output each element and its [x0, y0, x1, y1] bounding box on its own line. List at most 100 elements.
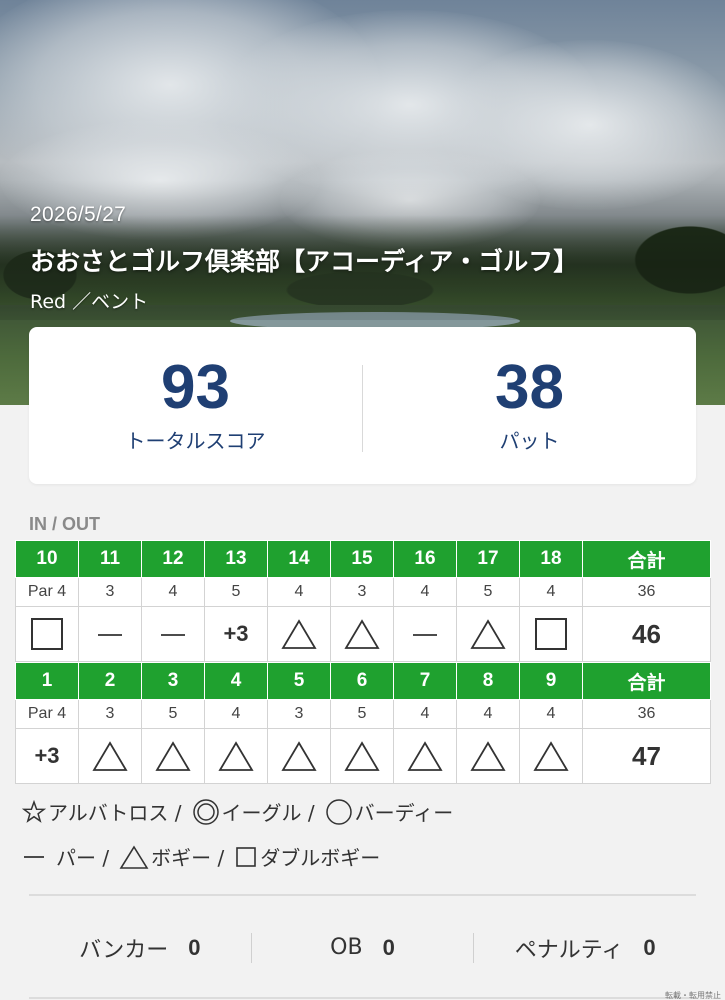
hole-result[interactable]	[78, 728, 142, 784]
par-row: Par 4 3 5 4 3 5 4 4 4 36	[15, 699, 711, 729]
hole-par: 3	[78, 577, 142, 607]
hole-result[interactable]	[393, 728, 457, 784]
hole-result-text[interactable]: +3	[204, 606, 268, 662]
divider-top	[29, 894, 696, 896]
hole-result[interactable]	[456, 606, 520, 662]
divider-bottom	[29, 997, 696, 999]
hole-number: 12	[141, 540, 205, 578]
total-score-label: トータルスコア	[125, 429, 266, 453]
dash-icon	[411, 630, 439, 640]
score-total: 47	[582, 728, 711, 784]
hole-par: 4	[204, 699, 268, 729]
penalty-stat: ペナルティ 0	[474, 932, 696, 964]
hole-result[interactable]	[267, 606, 331, 662]
hole-number: 1	[15, 662, 79, 700]
total-score-block: 93 トータルスコア	[29, 327, 362, 484]
hole-result[interactable]	[330, 728, 394, 784]
hole-result[interactable]	[456, 728, 520, 784]
hole-number: 6	[330, 662, 394, 700]
hole-par: 4	[519, 699, 583, 729]
hole-par: 3	[78, 699, 142, 729]
hole-number: 17	[456, 540, 520, 578]
triangle-icon	[406, 739, 444, 773]
score-summary-card: 93 トータルスコア 38 パット	[29, 327, 696, 484]
legend-par: パー /	[56, 846, 110, 870]
double-circle-icon	[192, 798, 220, 826]
hole-result[interactable]	[330, 606, 394, 662]
hole-result[interactable]	[393, 606, 457, 662]
hole-number: 16	[393, 540, 457, 578]
hole-par: 5	[456, 577, 520, 607]
hole-result[interactable]	[519, 606, 583, 662]
bunker-value: 0	[188, 934, 201, 960]
hole-result[interactable]	[15, 606, 79, 662]
square-icon	[533, 616, 569, 652]
square-icon	[234, 845, 258, 869]
hole-par: 3	[330, 577, 394, 607]
hole-result-text[interactable]: +3	[15, 728, 79, 784]
hole-number: 14	[267, 540, 331, 578]
hole-par: 5	[330, 699, 394, 729]
triangle-icon	[280, 739, 318, 773]
bunker-label: バンカー	[79, 937, 169, 963]
stats-row: バンカー 0 OB 0 ペナルティ 0	[29, 920, 696, 975]
round-date: 2026/5/27	[30, 203, 127, 226]
total-score-value: 93	[161, 353, 230, 422]
penalty-value: 0	[643, 934, 656, 960]
tee-info: Red ／ベント	[30, 291, 149, 313]
hole-result[interactable]	[141, 728, 205, 784]
hole-par: 4	[141, 577, 205, 607]
hole-number: 8	[456, 662, 520, 700]
triangle-icon	[217, 739, 255, 773]
result-row: +3 47	[15, 728, 711, 784]
dash-icon	[22, 845, 46, 869]
hole-result[interactable]	[204, 728, 268, 784]
triangle-icon	[343, 739, 381, 773]
hole-par: 4	[267, 577, 331, 607]
ob-value: 0	[382, 934, 395, 960]
hole-par: 5	[141, 699, 205, 729]
total-header: 合計	[582, 540, 711, 578]
copyright-notice: 転載・転用禁止	[665, 991, 721, 1000]
hole-number-row: 10 11 12 13 14 15 16 17 18 合計	[15, 540, 711, 578]
hole-result[interactable]	[519, 728, 583, 784]
legend-birdie: バーディー	[354, 801, 454, 825]
legend-row-2: パー / ボギー / ダブルボギー	[22, 842, 390, 871]
legend-row-1: アルバトロス / イーグル / バーディー	[22, 797, 463, 826]
hole-number: 7	[393, 662, 457, 700]
triangle-icon	[343, 617, 381, 651]
putts-label: パット	[499, 429, 560, 453]
triangle-icon	[154, 739, 192, 773]
hole-result[interactable]	[267, 728, 331, 784]
hole-par: 5	[204, 577, 268, 607]
scorecard-in: 10 11 12 13 14 15 16 17 18 合計 Par 4 3 4 5 4 3 4 5 4 36 +3 4…	[15, 540, 711, 662]
hole-number-row: 1 2 3 4 5 6 7 8 9 合計	[15, 662, 711, 700]
hole-number: 11	[78, 540, 142, 578]
circle-icon	[325, 798, 353, 826]
hole-par: 4	[393, 699, 457, 729]
hole-par: 4	[456, 699, 520, 729]
legend-albatross: アルバトロス /	[48, 801, 182, 825]
triangle-icon	[119, 844, 149, 870]
triangle-icon	[280, 617, 318, 651]
legend-eagle: イーグル /	[221, 801, 315, 825]
total-header: 合計	[582, 662, 711, 700]
hole-par: 3	[267, 699, 331, 729]
hole-par: Par 4	[15, 699, 79, 729]
hole-number: 3	[141, 662, 205, 700]
penalty-label: ペナルティ	[514, 937, 624, 963]
hole-result[interactable]	[141, 606, 205, 662]
putts-value: 38	[495, 353, 564, 422]
section-label: IN / OUT	[29, 514, 100, 534]
hole-number: 4	[204, 662, 268, 700]
scorecard-out: 1 2 3 4 5 6 7 8 9 合計 Par 4 3 5 4 3 5 4 4 4 36 +3 47	[15, 662, 711, 784]
triangle-icon	[469, 739, 507, 773]
hole-number: 5	[267, 662, 331, 700]
hole-result[interactable]	[78, 606, 142, 662]
hole-par: 4	[393, 577, 457, 607]
hole-number: 10	[15, 540, 79, 578]
ob-stat: OB 0	[252, 935, 474, 961]
putts-block: 38 パット	[363, 327, 696, 484]
legend-bogey: ボギー /	[151, 846, 225, 870]
triangle-icon	[91, 739, 129, 773]
